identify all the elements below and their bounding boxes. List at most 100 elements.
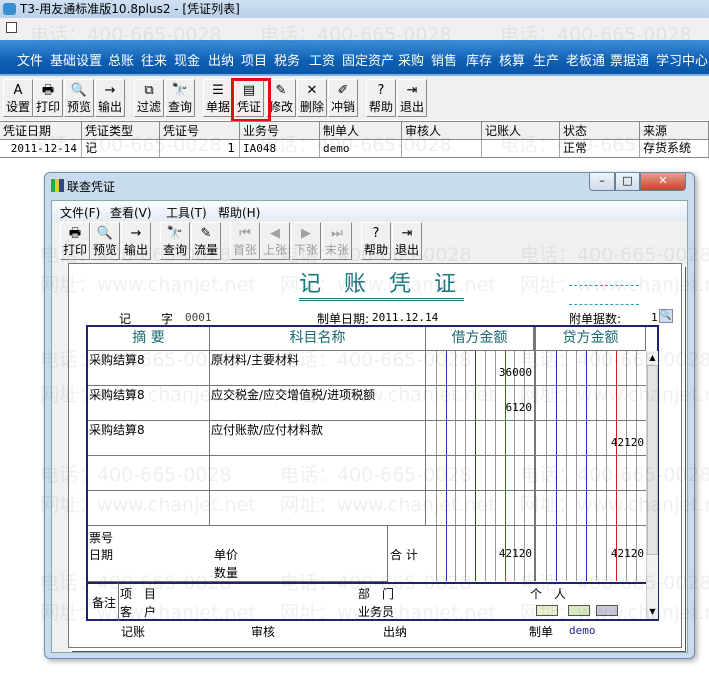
debit-amount[interactable]: 6120 [426,401,533,414]
menu-item[interactable]: 老板通 [566,50,605,69]
summary-cell[interactable]: 采购结算8 [88,386,210,421]
summary-cell[interactable] [88,456,210,491]
menu-item[interactable]: 票据通 [610,50,649,69]
button-label: 帮助 [368,100,393,114]
menu-item[interactable]: 基础设置 [50,50,102,69]
reverse-button[interactable]: ✐ 冲销 [328,79,358,117]
menu-item[interactable]: 学习中心 [656,50,708,69]
summary-cell[interactable] [88,491,210,526]
menu-item[interactable]: 采购 [398,50,424,69]
filter-button[interactable]: ⧉ 过滤 [134,79,164,117]
scroll-up-arrow[interactable]: ▲ [647,351,658,365]
table-row[interactable]: 2011-12-14 记 1 IA048 demo 正常 存货系统 [0,140,709,158]
scroll-thumb[interactable] [647,365,658,555]
menu-item[interactable]: 总账 [108,50,134,69]
credit-amount[interactable]: 42120 [536,436,644,449]
help-button[interactable]: ? 帮助 [366,79,396,117]
first-button[interactable]: ⏮ 首张 [230,222,260,260]
exit-button[interactable]: ⇥ 退出 [397,79,427,117]
attachment-count[interactable]: 1 [651,311,658,324]
column-header: 借方金额 [426,327,534,351]
cashflow-button[interactable]: ✎ 流量 [191,222,221,260]
column-header[interactable]: 状态 [560,122,640,139]
preview-button[interactable]: 🔍 预览 [64,79,94,117]
card-icon[interactable] [568,605,590,616]
debit-amount[interactable]: 36000 [426,366,532,379]
menu-item[interactable]: 固定资产 [342,50,394,69]
summary-cell[interactable]: 采购结算8 [88,351,210,386]
maximize-button[interactable]: □ [615,173,640,191]
table-cell: IA048 [240,140,320,157]
export-button[interactable]: → 输出 [121,222,151,260]
ticket-label: 票号 [89,531,114,545]
export-button[interactable]: → 输出 [95,79,125,117]
query-button[interactable]: 🔭 查询 [165,79,195,117]
print-button[interactable]: 🖶 打印 [60,222,90,260]
column-header[interactable]: 凭证日期 [0,122,82,139]
column-header[interactable]: 制单人 [320,122,402,139]
prev-button[interactable]: ◀ 上张 [260,222,290,260]
next-button[interactable]: ▶ 下张 [291,222,321,260]
pen-icon[interactable] [596,605,618,616]
menu-item[interactable]: 文件 [17,50,43,69]
dialog-menu-item[interactable]: 查看(V) [110,204,152,221]
column-header[interactable]: 业务号 [240,122,320,139]
dialog-menu-item[interactable]: 工具(T) [166,204,207,221]
vertical-scrollbar[interactable]: ▲ ▼ [646,351,658,619]
minimize-button[interactable]: – [589,173,615,191]
voucher-title: 记 账 凭 证 [299,272,464,301]
scroll-down-arrow[interactable]: ▼ [647,605,658,619]
summary-cell[interactable]: 采购结算8 [88,421,210,456]
filter-icon: ⧉ [144,83,154,98]
help-button[interactable]: ? 帮助 [361,222,391,260]
dialog-menu-item[interactable]: 文件(F) [60,204,100,221]
menu-item[interactable]: 销售 [431,50,457,69]
menu-item[interactable]: 往来 [141,50,167,69]
menu-item[interactable]: 税务 [274,50,300,69]
close-button[interactable]: ✕ [640,173,686,191]
menu-item[interactable]: 核算 [499,50,525,69]
cashflow-icon: ✎ [200,226,212,241]
help-icon: ? [377,83,385,98]
voucher-number[interactable]: 0001 [185,311,212,324]
account-cell[interactable]: 应付账款/应付材料款 [210,421,426,456]
column-header[interactable]: 记账人 [482,122,560,139]
settings-button[interactable]: A 设置 [3,79,33,117]
menu-item[interactable]: 现金 [174,50,200,69]
delete-button[interactable]: ✕ 删除 [297,79,327,117]
audit-label: 审核 [251,625,276,639]
column-header[interactable]: 审核人 [402,122,482,139]
voucher-date[interactable]: 2011.12.14 [372,311,438,324]
menu-item[interactable]: 项目 [241,50,267,69]
dialog-menu-item[interactable]: 帮助(H) [218,204,260,221]
column-header[interactable]: 凭证类型 [82,122,160,139]
list-icon[interactable] [536,605,558,616]
menu-item[interactable]: 生产 [533,50,559,69]
person-label: 个 人 [530,587,567,601]
menu-item[interactable]: 出纳 [208,50,234,69]
column-header[interactable]: 来源 [640,122,709,139]
date-field-label: 日期 [89,548,114,562]
account-cell[interactable]: 原材料/主要材料 [210,351,426,386]
row-line [426,455,646,456]
menu-item[interactable]: 工资 [309,50,335,69]
account-cell[interactable] [210,456,426,491]
reverse-icon: ✐ [337,83,349,98]
print-button[interactable]: 🖶 打印 [33,79,63,117]
query-button[interactable]: 🔭 查询 [160,222,190,260]
last-button[interactable]: ⏭ 末张 [322,222,352,260]
exit-button[interactable]: ⇥ 退出 [392,222,422,260]
post-label: 记账 [121,625,146,639]
account-cell[interactable]: 应交税金/应交增值税/进项税额 [210,386,426,421]
edit-icon: ✎ [275,83,287,98]
linked-voucher-dialog: 联查凭证 – □ ✕ 文件(F) 查看(V) 工具(T) 帮助(H) 🖶 打印 🔍 预览 → 输… [44,172,695,659]
row-line [426,525,646,526]
document-button[interactable]: ☰ 单据 [203,79,233,117]
column-header[interactable]: 凭证号 [160,122,240,139]
magnifier-icon[interactable]: 🔍 [659,309,673,323]
table-cell: 1 [160,140,240,157]
document-icon[interactable] [6,22,17,33]
menu-item[interactable]: 库存 [466,50,492,69]
preview-button[interactable]: 🔍 预览 [90,222,120,260]
account-cell[interactable] [210,491,426,526]
